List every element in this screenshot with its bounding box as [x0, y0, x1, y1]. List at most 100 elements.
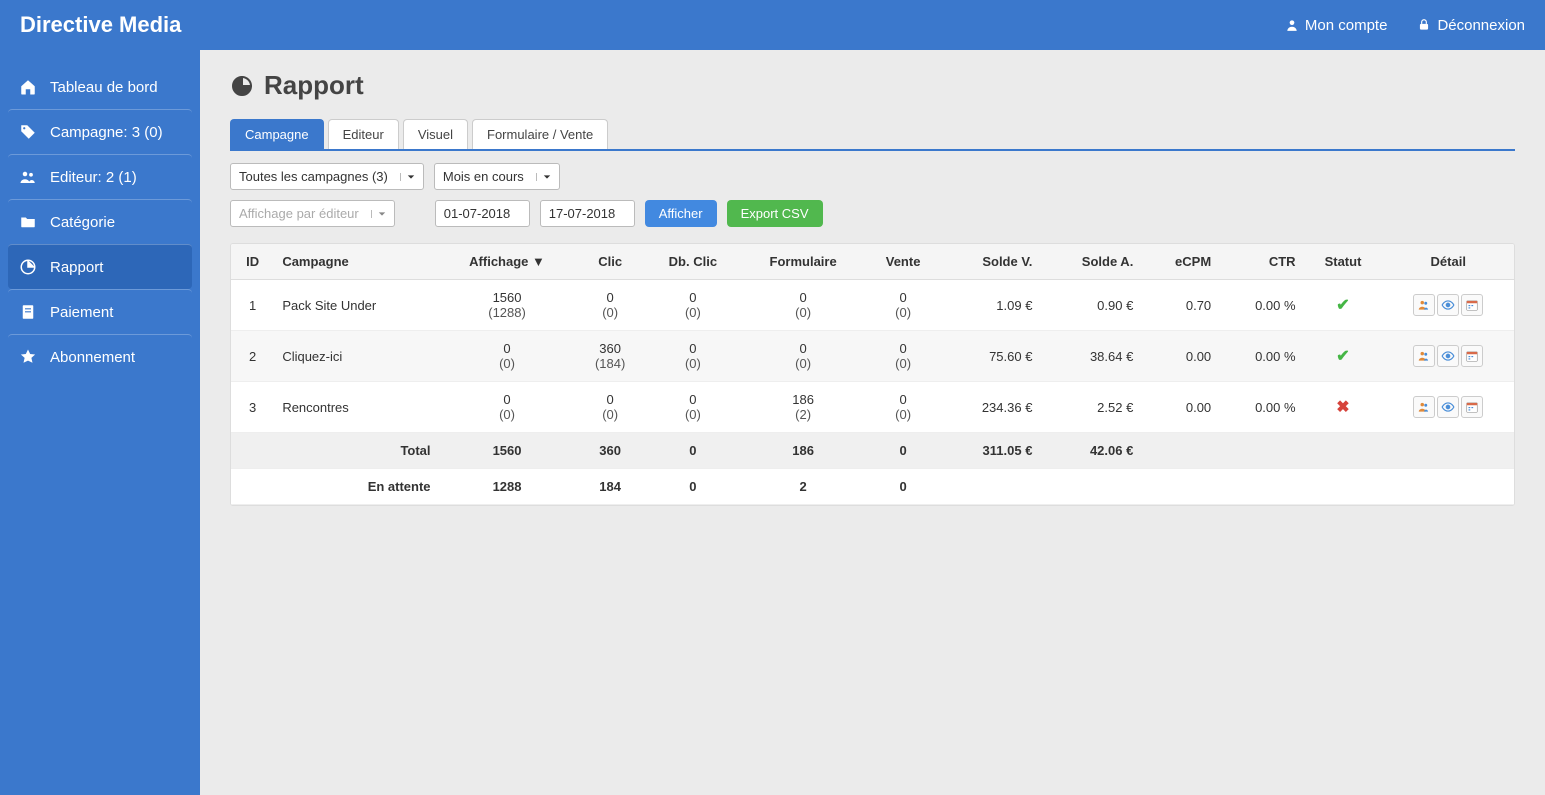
cell-detail [1382, 382, 1514, 433]
lock-icon [1417, 18, 1431, 32]
detail-users-button[interactable] [1413, 294, 1435, 316]
th-formulaire[interactable]: Formulaire [741, 244, 865, 280]
document-icon [18, 302, 38, 322]
sidebar-item-payment[interactable]: Paiement [8, 289, 192, 334]
cell-vente: 0(0) [865, 331, 941, 382]
detail-calendar-button[interactable] [1461, 345, 1483, 367]
th-statut[interactable]: Statut [1304, 244, 1383, 280]
cell-dbclic: 0(0) [645, 331, 741, 382]
sidebar-item-label: Campagne: 3 (0) [50, 124, 163, 141]
th-affichage[interactable]: Affichage ▼ [439, 244, 576, 280]
cell-clic: 0(0) [576, 280, 645, 331]
period-select[interactable]: Mois en cours [434, 163, 560, 190]
export-csv-button[interactable]: Export CSV [727, 200, 823, 227]
detail-calendar-button[interactable] [1461, 396, 1483, 418]
sidebar-item-subscription[interactable]: Abonnement [8, 334, 192, 379]
detail-calendar-button[interactable] [1461, 294, 1483, 316]
cell-id: 2 [231, 331, 274, 382]
cell-dbclic: 0(0) [645, 280, 741, 331]
cell-soldev: 75.60 € [941, 331, 1041, 382]
cell-clic: 0(0) [576, 382, 645, 433]
pending-label: En attente [274, 469, 438, 505]
cell-formulaire: 0(0) [741, 280, 865, 331]
filters: Toutes les campagnes (3) Mois en cours A… [230, 163, 1515, 227]
report-table: ID Campagne Affichage ▼ Clic Db. Clic Fo… [230, 243, 1515, 506]
chevron-down-icon [400, 173, 415, 181]
tab-formulaire-vente[interactable]: Formulaire / Vente [472, 119, 608, 149]
cell-detail [1382, 280, 1514, 331]
sidebar-item-campaign[interactable]: Campagne: 3 (0) [8, 109, 192, 154]
th-campagne[interactable]: Campagne [274, 244, 438, 280]
tab-campagne[interactable]: Campagne [230, 119, 324, 149]
table-total-row: Total156036001860311.05 €42.06 € [231, 433, 1514, 469]
check-icon: ✔ [1336, 348, 1349, 365]
cell-dbclic: 0(0) [645, 382, 741, 433]
sidebar-item-label: Catégorie [50, 214, 115, 231]
total-label: Total [274, 433, 438, 469]
table-row: 2Cliquez-ici0(0)360(184)0(0)0(0)0(0)75.6… [231, 331, 1514, 382]
cell-affichage: 0(0) [439, 331, 576, 382]
sidebar-item-label: Rapport [50, 259, 103, 276]
table-pending-row: En attente1288184020 [231, 469, 1514, 505]
th-dbclic[interactable]: Db. Clic [645, 244, 741, 280]
cell-vente: 0(0) [865, 382, 941, 433]
cell-campagne: Pack Site Under [274, 280, 438, 331]
cell-detail [1382, 331, 1514, 382]
sidebar-item-editor[interactable]: Editeur: 2 (1) [8, 154, 192, 199]
logout-label: Déconnexion [1437, 17, 1525, 34]
cell-soldea: 2.52 € [1040, 382, 1141, 433]
chevron-down-icon [371, 210, 386, 218]
campaign-select[interactable]: Toutes les campagnes (3) [230, 163, 424, 190]
cell-soldea: 38.64 € [1040, 331, 1141, 382]
date-from-input[interactable] [435, 200, 530, 227]
sidebar: Tableau de bord Campagne: 3 (0) Editeur:… [0, 50, 200, 795]
th-ecpm[interactable]: eCPM [1141, 244, 1219, 280]
detail-view-button[interactable] [1437, 294, 1459, 316]
folder-icon [18, 212, 38, 232]
th-ctr[interactable]: CTR [1219, 244, 1303, 280]
cell-affichage: 1560(1288) [439, 280, 576, 331]
sidebar-item-label: Tableau de bord [50, 79, 158, 96]
detail-view-button[interactable] [1437, 396, 1459, 418]
date-to-input[interactable] [540, 200, 635, 227]
cell-ecpm: 0.00 [1141, 331, 1219, 382]
cell-ctr: 0.00 % [1219, 331, 1303, 382]
table-header-row: ID Campagne Affichage ▼ Clic Db. Clic Fo… [231, 244, 1514, 280]
th-detail[interactable]: Détail [1382, 244, 1514, 280]
cell-clic: 360(184) [576, 331, 645, 382]
table-row: 3Rencontres0(0)0(0)0(0)186(2)0(0)234.36 … [231, 382, 1514, 433]
detail-users-button[interactable] [1413, 345, 1435, 367]
sidebar-item-category[interactable]: Catégorie [8, 199, 192, 244]
cell-formulaire: 186(2) [741, 382, 865, 433]
show-button[interactable]: Afficher [645, 200, 717, 227]
main-content: Rapport Campagne Editeur Visuel Formulai… [200, 50, 1545, 795]
tab-editeur[interactable]: Editeur [328, 119, 399, 149]
cell-campagne: Rencontres [274, 382, 438, 433]
tag-icon [18, 122, 38, 142]
user-icon [1285, 18, 1299, 32]
th-soldev[interactable]: Solde V. [941, 244, 1041, 280]
cell-ctr: 0.00 % [1219, 280, 1303, 331]
users-icon [18, 167, 38, 187]
detail-view-button[interactable] [1437, 345, 1459, 367]
tab-visuel[interactable]: Visuel [403, 119, 468, 149]
cell-formulaire: 0(0) [741, 331, 865, 382]
th-soldea[interactable]: Solde A. [1040, 244, 1141, 280]
cell-ctr: 0.00 % [1219, 382, 1303, 433]
th-id[interactable]: ID [231, 244, 274, 280]
th-clic[interactable]: Clic [576, 244, 645, 280]
my-account-link[interactable]: Mon compte [1285, 17, 1388, 34]
display-by-select[interactable]: Affichage par éditeur [230, 200, 395, 227]
page-title: Rapport [230, 70, 1515, 101]
sidebar-item-dashboard[interactable]: Tableau de bord [8, 65, 192, 109]
page-title-text: Rapport [264, 70, 364, 101]
cell-id: 1 [231, 280, 274, 331]
detail-users-button[interactable] [1413, 396, 1435, 418]
cell-ecpm: 0.70 [1141, 280, 1219, 331]
sidebar-item-report[interactable]: Rapport [8, 244, 192, 289]
sidebar-item-label: Editeur: 2 (1) [50, 169, 137, 186]
sidebar-item-label: Paiement [50, 304, 113, 321]
cell-statut: ✔ [1304, 331, 1383, 382]
th-vente[interactable]: Vente [865, 244, 941, 280]
logout-link[interactable]: Déconnexion [1417, 17, 1525, 34]
